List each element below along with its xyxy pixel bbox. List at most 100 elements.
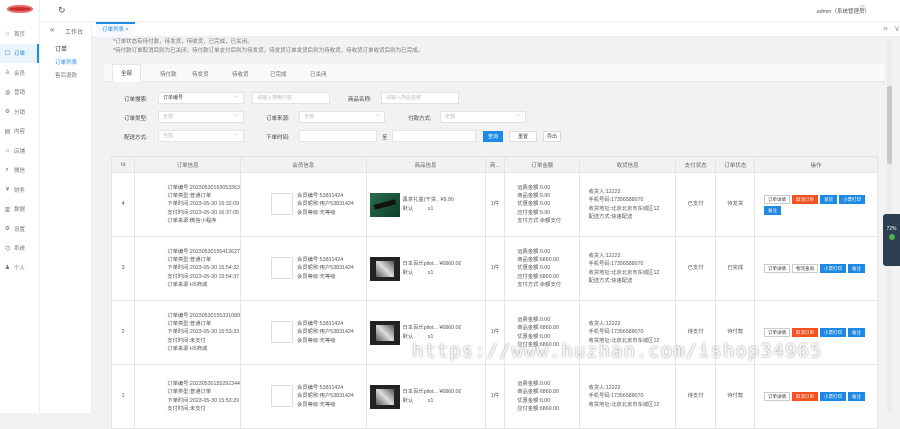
sidebar-item[interactable]: ♟ 个人 <box>0 258 39 278</box>
tab-scroll-right-icon[interactable]: » <box>883 23 888 33</box>
sidebar-item[interactable]: ⚙ 分销 <box>0 102 39 122</box>
row-action-button[interactable]: 备注 <box>764 205 782 215</box>
goods-title[interactable]: 黑茶礼盒(干货.. <box>403 197 440 203</box>
goods-name-input[interactable]: 请输入商品名称 <box>381 92 459 104</box>
amount-line: 商品金额:6860.00 <box>517 325 560 332</box>
sidebar-item[interactable]: ☐ 订单 <box>0 43 39 63</box>
tab-order-list[interactable]: 订单列表 × <box>96 22 135 37</box>
order-type-select[interactable]: 全部 <box>158 110 244 123</box>
submenu-header: 订单 <box>55 47 68 53</box>
status-tab[interactable]: 待发货 <box>192 70 209 78</box>
top-bar: ↻ ⎚ ⤢ admin（系统管理员） <box>40 0 900 22</box>
sidebar-icon: ♙ <box>4 70 11 77</box>
sidebar-item[interactable]: ¥ 财务 <box>0 180 39 200</box>
column-header: 会员信息 <box>240 156 367 173</box>
amount-line: 应付金额:9.90 <box>517 209 551 216</box>
column-header: 商... <box>484 156 506 173</box>
row-action-button[interactable]: 小票打印 <box>820 392 847 401</box>
order-search-input[interactable]: 请输入搜索内容 <box>252 92 330 104</box>
status-tab[interactable]: 已完成 <box>270 70 287 78</box>
order-id: 1 <box>110 364 136 429</box>
collapse-icon[interactable]: « <box>50 25 54 34</box>
pay-status: 待支付 <box>674 364 717 429</box>
status-tab[interactable]: 已关闭 <box>310 70 327 78</box>
sidebar-item[interactable]: ◍ 营销 <box>0 83 39 103</box>
start-date-input[interactable] <box>299 130 377 142</box>
goods-title[interactable]: 日本百乐pilot... <box>403 261 438 267</box>
order-status: 已完成 <box>715 236 756 301</box>
row-action-button[interactable]: 取消订单 <box>792 194 819 204</box>
goods-title[interactable]: 日本百乐pilot... <box>403 325 438 331</box>
amount-line: 商品金额:9.90 <box>517 193 551 200</box>
row-action-button[interactable]: 订单详情 <box>764 328 791 337</box>
sidebar-item[interactable]: ▤ 内容 <box>0 122 39 142</box>
row-action-button[interactable]: 备注 <box>848 328 866 337</box>
receiver-info: 收货人:12222 手机号码:17356588070 收货地址:北京北京市东城区12… <box>579 172 676 237</box>
row-action-button[interactable]: 订单详情 <box>764 194 791 204</box>
goods-spec: 默认 <box>402 205 414 212</box>
status-tab[interactable]: 待收货 <box>232 70 249 78</box>
sidebar-item[interactable]: ◐ 微信 <box>0 161 39 181</box>
amount-line: 商品金额:6860.00 <box>517 389 560 396</box>
order-source-select[interactable]: 全部 <box>299 110 385 123</box>
row-action-button[interactable]: 取消订单 <box>792 392 819 401</box>
table-row: 1 订单编号:20230530155292344 订单类型:普通订单 下单时间:202… <box>110 364 878 429</box>
export-button[interactable]: 导出 <box>543 131 561 142</box>
delivery-select[interactable]: 全部 <box>158 129 244 142</box>
sidebar-item[interactable]: ⌬ 系统 <box>0 239 39 259</box>
amount-info: 运费金额:0.00 商品金额:6860.00 优惠金额:0.00 应付金额:6860.… <box>504 364 581 429</box>
tab-dropdown-icon[interactable]: ∨ <box>894 24 900 33</box>
member-line: 会员等级:无等级 <box>297 273 336 280</box>
sidebar-item[interactable]: ⚙ 设置 <box>0 219 39 239</box>
order-search-label: 订单搜索: <box>124 97 148 103</box>
order-info: 订单编号:20230530155412627 订单类型:普通订单 下单时间:2023… <box>134 236 242 301</box>
end-date-input[interactable] <box>392 130 476 142</box>
avatar <box>271 385 294 408</box>
column-header: 收货信息 <box>579 156 676 173</box>
goods-title[interactable]: 日本百乐pilot... <box>403 389 438 395</box>
goods-qty: 1件 <box>484 172 506 237</box>
row-action-button[interactable]: 物流查询 <box>792 264 819 273</box>
amount-line: 应付金额:6860.00 <box>517 405 560 412</box>
sidebar-item[interactable]: ♙ 会员 <box>0 63 39 83</box>
amount-line: 运费金额:0.00 <box>517 316 551 323</box>
sidebar-item-label: 会员 <box>14 70 26 77</box>
row-action-button[interactable]: 取消订单 <box>792 328 819 337</box>
member-info: 会员编号:53831424 会员昵称:用户53831424 会员等级:无等级 <box>240 300 367 365</box>
table-row: 4 订单编号:20230530163053363 订单类型:普通订单 下单时间:202… <box>110 172 878 237</box>
order-info: 订单编号:20230530155292344 订单类型:普通订单 下单时间:2023… <box>134 364 242 429</box>
order-line: 下单时间:2023-05-30 15:54:32 <box>167 265 240 272</box>
submenu-item-refund[interactable]: 售后退款 <box>55 71 77 79</box>
member-info: 会员编号:53831424 会员昵称:用户53831424 会员等级:无等级 <box>240 172 367 237</box>
workbench-link[interactable]: 工作台 <box>65 27 83 36</box>
submenu-item-order-list[interactable]: 订单列表 <box>55 58 77 66</box>
goods-price: ¥6860.00 <box>439 325 462 332</box>
row-action-button[interactable]: 小票打印 <box>820 264 847 273</box>
goods-price: ¥6860.00 <box>439 261 462 268</box>
user-menu[interactable]: admin（系统管理员） <box>817 7 870 15</box>
order-info: 订单编号:20230530155331089 订单类型:普通订单 下单时间:2023… <box>134 300 242 365</box>
row-action-button[interactable]: 发货 <box>820 194 838 204</box>
sidebar-item[interactable]: ▥ 数据 <box>0 200 39 220</box>
order-search-type-select[interactable]: 订单编号 <box>158 91 244 104</box>
tab-bar: 订单列表 × » ∨ <box>92 22 900 37</box>
status-tab[interactable]: 全部 <box>112 64 142 82</box>
row-action-button[interactable]: 小票打印 <box>839 194 866 204</box>
member-line: 会员等级:无等级 <box>297 401 336 408</box>
sidebar-item[interactable]: ⌂ 首页 <box>0 24 39 44</box>
sidebar-item[interactable]: ⌂ 店铺 <box>0 141 39 161</box>
goods-spec: 默认 <box>402 397 414 404</box>
row-action-button[interactable]: 备注 <box>848 392 866 401</box>
recv-line: 收货地址:北京北京市东城区12 <box>588 401 660 408</box>
reset-button[interactable]: 重置 <box>509 131 537 142</box>
refresh-icon[interactable]: ↻ <box>58 5 66 16</box>
row-action-button[interactable]: 订单详情 <box>764 264 791 273</box>
row-action-button[interactable]: 小票打印 <box>820 328 847 337</box>
member-line: 会员昵称:用户53831424 <box>297 201 354 208</box>
row-action-button[interactable]: 订单详情 <box>764 392 791 401</box>
pay-way-select[interactable]: 全部 <box>440 110 526 123</box>
status-tab[interactable]: 待付款 <box>160 70 177 78</box>
row-action-button[interactable]: 备注 <box>848 264 866 273</box>
search-button[interactable]: 查询 <box>483 131 503 142</box>
recv-line: 收货人:12222 <box>588 321 621 328</box>
